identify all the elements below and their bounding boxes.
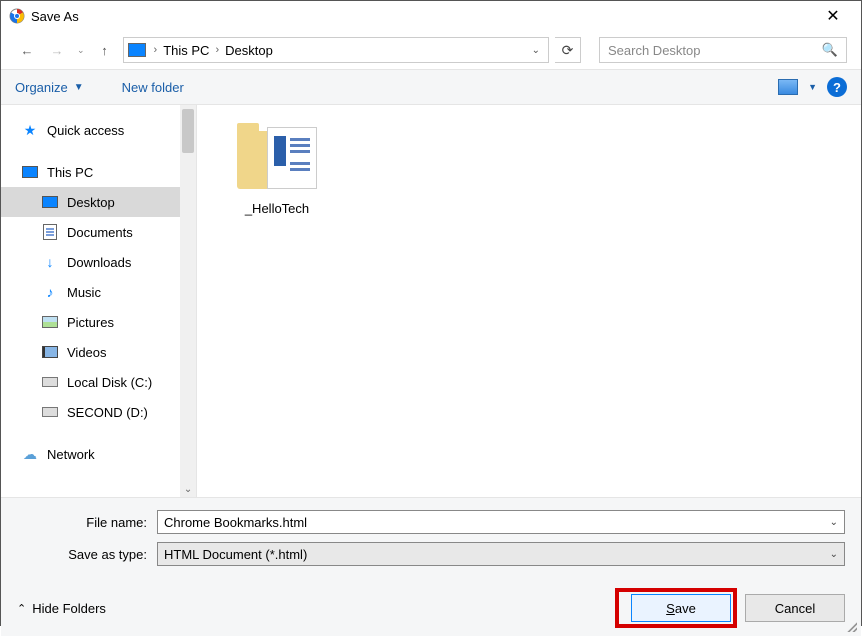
network-icon: ☁ [21, 446, 39, 462]
up-button[interactable]: ↑ [93, 38, 117, 62]
sidebar-item-localdisk[interactable]: Local Disk (C:) [1, 367, 180, 397]
sidebar-item-pictures[interactable]: Pictures [1, 307, 180, 337]
scroll-down-icon[interactable]: ⌄ [180, 484, 196, 495]
search-placeholder: Search Desktop [608, 43, 822, 58]
forward-button[interactable]: → [45, 38, 69, 62]
chevron-right-icon: › [215, 44, 219, 56]
nav-row: ← → ⌄ ↑ › This PC › Desktop ⌄ ⟳ Search D… [1, 31, 861, 69]
music-icon: ♪ [41, 284, 59, 300]
button-row: ⌃ Hide Folders Save Cancel [17, 590, 845, 626]
folder-icon [237, 123, 317, 193]
cancel-button[interactable]: Cancel [745, 594, 845, 622]
crumb-pc[interactable]: This PC [163, 43, 209, 58]
chevron-down-icon[interactable]: ⌄ [830, 549, 838, 560]
sidebar-item-videos[interactable]: Videos [1, 337, 180, 367]
titlebar: Save As ✕ [1, 1, 861, 31]
save-button[interactable]: Save [631, 594, 731, 622]
sidebar-item-quick[interactable]: ★ Quick access [1, 115, 180, 145]
videos-icon [41, 344, 59, 360]
sidebar-item-downloads[interactable]: ↓ Downloads [1, 247, 180, 277]
folder-item[interactable]: _HelloTech [227, 123, 327, 216]
breadcrumb-dropdown[interactable]: ⌄ [532, 45, 540, 56]
chevron-down-icon[interactable]: ⌄ [830, 517, 838, 528]
history-dropdown[interactable]: ⌄ [77, 45, 85, 56]
filename-row: File name: Chrome Bookmarks.html ⌄ [17, 510, 845, 534]
resize-grip[interactable] [845, 620, 857, 632]
desktop-icon [41, 194, 59, 210]
chevron-right-icon: › [154, 44, 158, 56]
drive-icon [41, 374, 59, 390]
sidebar-item-thispc[interactable]: This PC [1, 157, 180, 187]
sidebar-item-music[interactable]: ♪ Music [1, 277, 180, 307]
pictures-icon [41, 314, 59, 330]
main-area: ★ Quick access This PC Desktop Documents… [1, 105, 861, 497]
app-icon [9, 8, 25, 24]
documents-icon [41, 224, 59, 240]
search-input[interactable]: Search Desktop 🔍 [599, 37, 847, 63]
filetype-label: Save as type: [17, 547, 157, 562]
file-pane[interactable]: _HelloTech [197, 105, 861, 497]
new-folder-button[interactable]: New folder [122, 80, 184, 95]
download-icon: ↓ [41, 254, 59, 270]
filetype-row: Save as type: HTML Document (*.html) ⌄ [17, 542, 845, 566]
search-icon: 🔍 [822, 42, 838, 58]
sidebar-item-second[interactable]: SECOND (D:) [1, 397, 180, 427]
view-button[interactable] [778, 79, 798, 95]
pc-icon [128, 43, 146, 57]
organize-menu[interactable]: Organize ▼ [15, 80, 84, 95]
sidebar-item-documents[interactable]: Documents [1, 217, 180, 247]
pc-icon [21, 164, 39, 180]
filename-input[interactable]: Chrome Bookmarks.html ⌄ [157, 510, 845, 534]
star-icon: ★ [21, 122, 39, 138]
crumb-location[interactable]: Desktop [225, 43, 273, 58]
sidebar-item-network[interactable]: ☁ Network [1, 439, 180, 469]
back-button[interactable]: ← [15, 38, 39, 62]
close-button[interactable]: ✕ [813, 6, 853, 26]
chevron-down-icon[interactable]: ▼ [808, 82, 817, 92]
chevron-down-icon: ▼ [74, 82, 84, 93]
chevron-up-icon: ⌃ [17, 602, 26, 615]
filename-label: File name: [17, 515, 157, 530]
folder-label: _HelloTech [227, 201, 327, 216]
refresh-button[interactable]: ⟳ [555, 37, 581, 63]
hide-folders-button[interactable]: ⌃ Hide Folders [17, 601, 106, 616]
sidebar-scrollbar[interactable]: ⌄ [180, 105, 196, 497]
scroll-thumb[interactable] [182, 109, 194, 153]
bottom-panel: File name: Chrome Bookmarks.html ⌄ Save … [1, 497, 861, 636]
help-button[interactable]: ? [827, 77, 847, 97]
drive-icon [41, 404, 59, 420]
breadcrumb[interactable]: › This PC › Desktop ⌄ [123, 37, 549, 63]
window-title: Save As [31, 9, 813, 24]
sidebar-item-desktop[interactable]: Desktop [1, 187, 180, 217]
filetype-select[interactable]: HTML Document (*.html) ⌄ [157, 542, 845, 566]
sidebar: ★ Quick access This PC Desktop Documents… [1, 105, 197, 497]
toolbar: Organize ▼ New folder ▼ ? [1, 69, 861, 105]
